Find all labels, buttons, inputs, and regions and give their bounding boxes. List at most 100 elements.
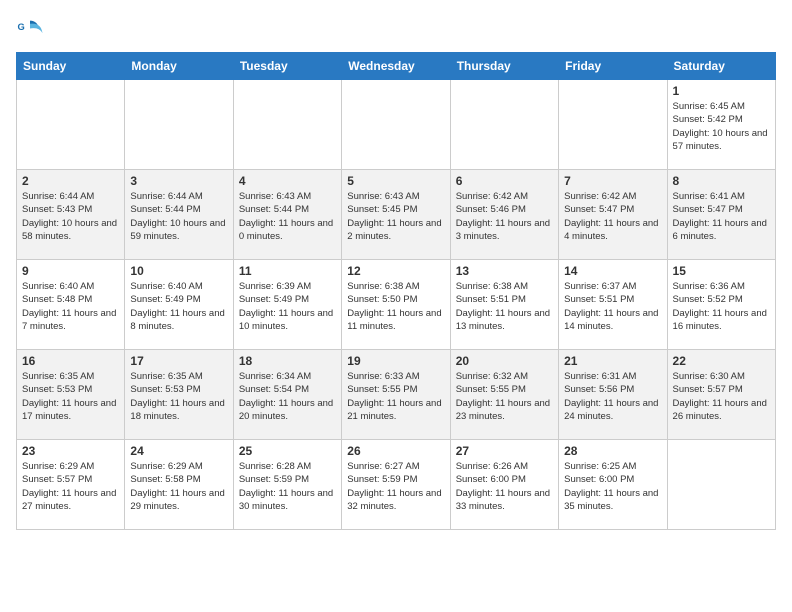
calendar-cell: [17, 80, 125, 170]
calendar-cell: [559, 80, 667, 170]
day-info: Sunrise: 6:31 AM Sunset: 5:56 PM Dayligh…: [564, 370, 661, 423]
calendar-cell: [667, 440, 775, 530]
day-info: Sunrise: 6:44 AM Sunset: 5:44 PM Dayligh…: [130, 190, 227, 243]
day-info: Sunrise: 6:35 AM Sunset: 5:53 PM Dayligh…: [22, 370, 119, 423]
calendar-cell: 11 Sunrise: 6:39 AM Sunset: 5:49 PM Dayli…: [233, 260, 341, 350]
weekday-header: Friday: [559, 53, 667, 80]
calendar-cell: 5 Sunrise: 6:43 AM Sunset: 5:45 PM Daylig…: [342, 170, 450, 260]
logo: G: [16, 16, 48, 44]
day-number: 15: [673, 264, 770, 278]
weekday-header: Thursday: [450, 53, 558, 80]
day-info: Sunrise: 6:26 AM Sunset: 6:00 PM Dayligh…: [456, 460, 553, 513]
day-number: 3: [130, 174, 227, 188]
calendar-cell: 17 Sunrise: 6:35 AM Sunset: 5:53 PM Dayli…: [125, 350, 233, 440]
day-number: 25: [239, 444, 336, 458]
calendar-week-row: 1 Sunrise: 6:45 AM Sunset: 5:42 PM Daylig…: [17, 80, 776, 170]
calendar-cell: 4 Sunrise: 6:43 AM Sunset: 5:44 PM Daylig…: [233, 170, 341, 260]
day-number: 17: [130, 354, 227, 368]
day-number: 24: [130, 444, 227, 458]
calendar-cell: 3 Sunrise: 6:44 AM Sunset: 5:44 PM Daylig…: [125, 170, 233, 260]
weekday-header: Sunday: [17, 53, 125, 80]
svg-text:G: G: [18, 22, 25, 32]
day-info: Sunrise: 6:33 AM Sunset: 5:55 PM Dayligh…: [347, 370, 444, 423]
calendar-cell: 24 Sunrise: 6:29 AM Sunset: 5:58 PM Dayli…: [125, 440, 233, 530]
calendar-cell: 21 Sunrise: 6:31 AM Sunset: 5:56 PM Dayli…: [559, 350, 667, 440]
day-number: 4: [239, 174, 336, 188]
calendar-cell: 6 Sunrise: 6:42 AM Sunset: 5:46 PM Daylig…: [450, 170, 558, 260]
day-number: 21: [564, 354, 661, 368]
calendar-cell: 13Sunrise: 6:38 AM Sunset: 5:51 PM Dayli…: [450, 260, 558, 350]
day-info: Sunrise: 6:39 AM Sunset: 5:49 PM Dayligh…: [239, 280, 336, 333]
day-info: Sunrise: 6:44 AM Sunset: 5:43 PM Dayligh…: [22, 190, 119, 243]
weekday-header: Monday: [125, 53, 233, 80]
calendar-cell: 2Sunrise: 6:44 AM Sunset: 5:43 PM Daylig…: [17, 170, 125, 260]
day-info: Sunrise: 6:36 AM Sunset: 5:52 PM Dayligh…: [673, 280, 770, 333]
calendar-cell: 8 Sunrise: 6:41 AM Sunset: 5:47 PM Daylig…: [667, 170, 775, 260]
day-info: Sunrise: 6:40 AM Sunset: 5:48 PM Dayligh…: [22, 280, 119, 333]
calendar-cell: 7 Sunrise: 6:42 AM Sunset: 5:47 PM Daylig…: [559, 170, 667, 260]
day-number: 26: [347, 444, 444, 458]
day-number: 12: [347, 264, 444, 278]
day-number: 5: [347, 174, 444, 188]
day-info: Sunrise: 6:40 AM Sunset: 5:49 PM Dayligh…: [130, 280, 227, 333]
day-number: 23: [22, 444, 119, 458]
day-number: 16: [22, 354, 119, 368]
calendar-week-row: 2Sunrise: 6:44 AM Sunset: 5:43 PM Daylig…: [17, 170, 776, 260]
weekday-header-row: SundayMondayTuesdayWednesdayThursdayFrid…: [17, 53, 776, 80]
day-info: Sunrise: 6:25 AM Sunset: 6:00 PM Dayligh…: [564, 460, 661, 513]
calendar-cell: [233, 80, 341, 170]
calendar-cell: 18Sunrise: 6:34 AM Sunset: 5:54 PM Dayli…: [233, 350, 341, 440]
day-info: Sunrise: 6:30 AM Sunset: 5:57 PM Dayligh…: [673, 370, 770, 423]
calendar-cell: 10 Sunrise: 6:40 AM Sunset: 5:49 PM Dayli…: [125, 260, 233, 350]
calendar-cell: 22Sunrise: 6:30 AM Sunset: 5:57 PM Dayli…: [667, 350, 775, 440]
day-info: Sunrise: 6:37 AM Sunset: 5:51 PM Dayligh…: [564, 280, 661, 333]
day-info: Sunrise: 6:45 AM Sunset: 5:42 PM Dayligh…: [673, 100, 770, 153]
day-number: 28: [564, 444, 661, 458]
calendar-cell: 14 Sunrise: 6:37 AM Sunset: 5:51 PM Dayli…: [559, 260, 667, 350]
day-info: Sunrise: 6:29 AM Sunset: 5:58 PM Dayligh…: [130, 460, 227, 513]
day-number: 20: [456, 354, 553, 368]
calendar-week-row: 23 Sunrise: 6:29 AM Sunset: 5:57 PM Dayli…: [17, 440, 776, 530]
weekday-header: Saturday: [667, 53, 775, 80]
day-number: 9: [22, 264, 119, 278]
day-info: Sunrise: 6:38 AM Sunset: 5:50 PM Dayligh…: [347, 280, 444, 333]
calendar-week-row: 16 Sunrise: 6:35 AM Sunset: 5:53 PM Dayli…: [17, 350, 776, 440]
day-number: 1: [673, 84, 770, 98]
calendar-cell: 12 Sunrise: 6:38 AM Sunset: 5:50 PM Dayli…: [342, 260, 450, 350]
day-info: Sunrise: 6:42 AM Sunset: 5:47 PM Dayligh…: [564, 190, 661, 243]
day-info: Sunrise: 6:43 AM Sunset: 5:45 PM Dayligh…: [347, 190, 444, 243]
day-number: 14: [564, 264, 661, 278]
calendar-cell: [450, 80, 558, 170]
weekday-header: Wednesday: [342, 53, 450, 80]
calendar-cell: 19Sunrise: 6:33 AM Sunset: 5:55 PM Dayli…: [342, 350, 450, 440]
day-info: Sunrise: 6:35 AM Sunset: 5:53 PM Dayligh…: [130, 370, 227, 423]
calendar-week-row: 9 Sunrise: 6:40 AM Sunset: 5:48 PM Daylig…: [17, 260, 776, 350]
day-number: 8: [673, 174, 770, 188]
weekday-header: Tuesday: [233, 53, 341, 80]
calendar-cell: 28 Sunrise: 6:25 AM Sunset: 6:00 PM Dayli…: [559, 440, 667, 530]
day-number: 11: [239, 264, 336, 278]
day-number: 18: [239, 354, 336, 368]
day-info: Sunrise: 6:38 AM Sunset: 5:51 PM Dayligh…: [456, 280, 553, 333]
day-number: 10: [130, 264, 227, 278]
calendar-cell: [342, 80, 450, 170]
calendar-table: SundayMondayTuesdayWednesdayThursdayFrid…: [16, 52, 776, 530]
day-info: Sunrise: 6:27 AM Sunset: 5:59 PM Dayligh…: [347, 460, 444, 513]
day-number: 7: [564, 174, 661, 188]
day-number: 27: [456, 444, 553, 458]
calendar-cell: 20 Sunrise: 6:32 AM Sunset: 5:55 PM Dayli…: [450, 350, 558, 440]
calendar-cell: 27 Sunrise: 6:26 AM Sunset: 6:00 PM Dayli…: [450, 440, 558, 530]
calendar-cell: 23 Sunrise: 6:29 AM Sunset: 5:57 PM Dayli…: [17, 440, 125, 530]
calendar-cell: 1 Sunrise: 6:45 AM Sunset: 5:42 PM Daylig…: [667, 80, 775, 170]
page-header: G: [16, 16, 776, 44]
calendar-cell: 15 Sunrise: 6:36 AM Sunset: 5:52 PM Dayli…: [667, 260, 775, 350]
calendar-cell: [125, 80, 233, 170]
day-info: Sunrise: 6:42 AM Sunset: 5:46 PM Dayligh…: [456, 190, 553, 243]
day-info: Sunrise: 6:41 AM Sunset: 5:47 PM Dayligh…: [673, 190, 770, 243]
day-info: Sunrise: 6:29 AM Sunset: 5:57 PM Dayligh…: [22, 460, 119, 513]
day-number: 6: [456, 174, 553, 188]
day-info: Sunrise: 6:32 AM Sunset: 5:55 PM Dayligh…: [456, 370, 553, 423]
logo-icon: G: [16, 16, 44, 44]
day-info: Sunrise: 6:43 AM Sunset: 5:44 PM Dayligh…: [239, 190, 336, 243]
calendar-cell: 26 Sunrise: 6:27 AM Sunset: 5:59 PM Dayli…: [342, 440, 450, 530]
